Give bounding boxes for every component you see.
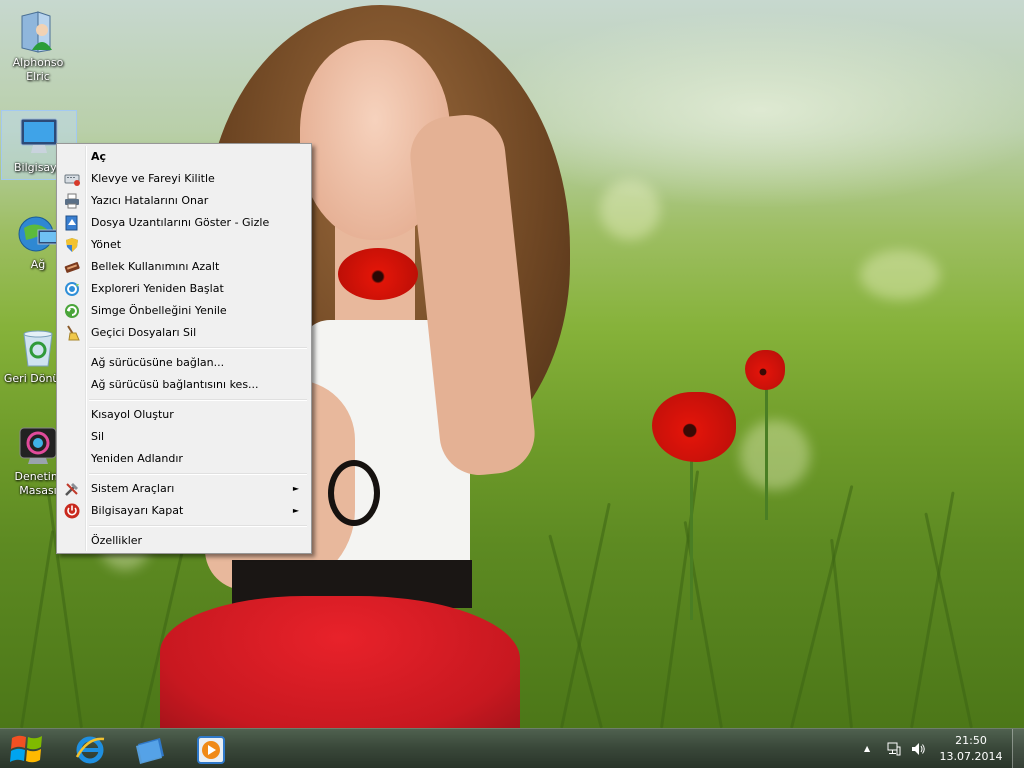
memory-chip-icon (64, 259, 80, 275)
menu-item-system-tools[interactable]: Sistem Araçları ► (59, 478, 309, 500)
broom-icon (64, 325, 80, 341)
grass-blade (660, 470, 700, 728)
taskbar-file-explorer[interactable] (124, 729, 180, 768)
menu-item-delete-temp-files[interactable]: Geçici Dosyaları Sil (59, 322, 309, 344)
recycle-bin-icon (16, 326, 60, 370)
menu-item-properties[interactable]: Özellikler (59, 530, 309, 552)
tools-icon (64, 481, 80, 497)
bokeh-light (600, 180, 660, 240)
poppy-flower (745, 350, 785, 390)
menu-item-label: Aç (91, 150, 107, 163)
menu-item-label: Özellikler (91, 534, 143, 547)
poppy-flower (652, 392, 736, 462)
clock-time: 21:50 (955, 734, 987, 747)
user-folder-icon (16, 10, 60, 54)
printer-icon (64, 193, 80, 209)
show-hidden-icons-button[interactable]: ▲ (864, 744, 870, 753)
menu-item-create-shortcut[interactable]: Kısayol Oluştur (59, 404, 309, 426)
grass-blade (20, 530, 55, 728)
menu-item-label: Klevye ve Fareyi Kilitle (91, 172, 215, 185)
menu-item-label: Kısayol Oluştur (91, 408, 174, 421)
menu-item-refresh-icon-cache[interactable]: Simge Önbelleğini Yenile (59, 300, 309, 322)
desktop-icon-label: Alphonso Elric (12, 56, 64, 83)
woman-skirt (160, 596, 520, 728)
menu-item-map-network-drive[interactable]: Ağ sürücüsüne bağlan... (59, 352, 309, 374)
clock-date: 13.07.2014 (939, 750, 1003, 763)
network-globe-icon (16, 212, 60, 256)
network-status-icon[interactable] (886, 741, 902, 760)
woman-bracelet (328, 460, 380, 526)
control-panel-icon (16, 424, 60, 468)
menu-item-label: Sil (91, 430, 105, 443)
menu-item-reduce-memory[interactable]: Bellek Kullanımını Azalt (59, 256, 309, 278)
taskbar-media-player[interactable] (184, 729, 240, 768)
menu-item-label: Sistem Araçları (91, 482, 175, 495)
menu-item-label: Dosya Uzantılarını Göster - Gizle (91, 216, 270, 229)
menu-item-label: Bilgisayarı Kapat (91, 504, 184, 517)
media-player-icon (197, 736, 225, 767)
submenu-arrow-icon: ► (292, 484, 299, 493)
menu-item-delete[interactable]: Sil (59, 426, 309, 448)
keyboard-lock-icon (64, 171, 80, 187)
taskbar-internet-explorer[interactable] (64, 729, 120, 768)
menu-item-label: Simge Önbelleğini Yenile (91, 304, 227, 317)
menu-item-label: Exploreri Yeniden Başlat (91, 282, 224, 295)
taskbar: ▲ 21:50 13.07.2014 (0, 728, 1024, 768)
shield-icon (64, 237, 80, 253)
menu-item-label: Yeniden Adlandır (91, 452, 183, 465)
context-menu: Aç Klevye ve Fareyi Kilitle Yazıcı Hatal… (56, 143, 312, 554)
bokeh-light (740, 420, 810, 490)
start-button[interactable] (0, 729, 54, 768)
menu-separator (89, 344, 309, 352)
desktop-icon-user[interactable]: Alphonso Elric (0, 6, 76, 90)
menu-item-shutdown[interactable]: Bilgisayarı Kapat ► (59, 500, 309, 522)
volume-icon[interactable] (910, 741, 926, 760)
grass-blade (790, 485, 854, 728)
computer-icon (17, 115, 61, 159)
menu-item-disconnect-network-drive[interactable]: Ağ sürücüsü bağlantısını kes... (59, 374, 309, 396)
menu-item-manage[interactable]: Yönet (59, 234, 309, 256)
taskbar-clock[interactable]: 21:50 13.07.2014 (930, 733, 1012, 765)
refresh-icon (64, 303, 80, 319)
menu-item-label: Geçici Dosyaları Sil (91, 326, 197, 339)
menu-item-label: Ağ sürücüsüne bağlan... (91, 356, 225, 369)
grass-blade (830, 538, 853, 728)
menu-separator (89, 470, 309, 478)
red-poppy-in-hand (338, 248, 418, 300)
submenu-arrow-icon: ► (292, 506, 299, 515)
menu-item-open[interactable]: Aç (59, 146, 309, 168)
menu-item-repair-printer[interactable]: Yazıcı Hatalarını Onar (59, 190, 309, 212)
menu-item-restart-explorer[interactable]: Exploreri Yeniden Başlat (59, 278, 309, 300)
poppy-stem (765, 380, 768, 520)
menu-item-label: Ağ sürücüsü bağlantısını kes... (91, 378, 259, 391)
explorer-restart-icon (64, 281, 80, 297)
bokeh-light (860, 250, 940, 300)
menu-item-label: Yazıcı Hatalarını Onar (91, 194, 209, 207)
grass-blade (560, 502, 611, 728)
menu-item-lock-keyboard-mouse[interactable]: Klevye ve Fareyi Kilitle (59, 168, 309, 190)
power-icon (64, 503, 80, 519)
windows-logo-icon (9, 732, 45, 768)
menu-item-toggle-extensions[interactable]: Dosya Uzantılarını Göster - Gizle (59, 212, 309, 234)
poppy-stem (690, 440, 693, 620)
show-desktop-button[interactable] (1012, 729, 1024, 768)
file-extension-icon (64, 215, 80, 231)
menu-separator (89, 396, 309, 404)
menu-item-label: Bellek Kullanımını Azalt (91, 260, 220, 273)
libraries-icon (134, 734, 168, 767)
menu-item-rename[interactable]: Yeniden Adlandır (59, 448, 309, 470)
menu-separator (89, 522, 309, 530)
internet-explorer-icon (74, 733, 106, 768)
menu-item-label: Yönet (91, 238, 122, 251)
